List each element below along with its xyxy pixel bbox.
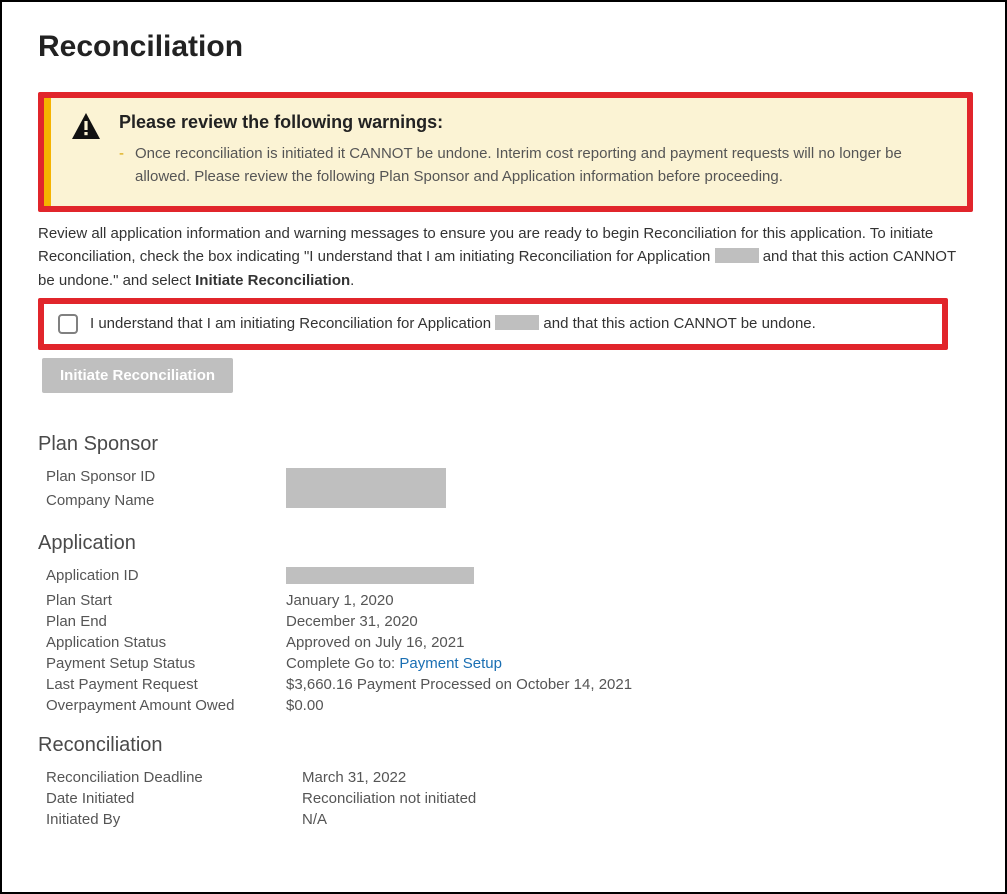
- payment-setup-label: Payment Setup Status: [38, 653, 286, 674]
- consent-checkbox[interactable]: [58, 314, 78, 334]
- company-name-label: Company Name: [38, 490, 286, 514]
- warning-banner: Please review the following warnings: On…: [44, 98, 967, 206]
- initiate-reconciliation-button[interactable]: Initiate Reconciliation: [42, 358, 233, 393]
- last-payment-label: Last Payment Request: [38, 674, 286, 695]
- overpayment-label: Overpayment Amount Owed: [38, 695, 286, 716]
- table-row: Plan Start January 1, 2020: [38, 590, 973, 611]
- table-row: Plan End December 31, 2020: [38, 611, 973, 632]
- table-row: Plan Sponsor ID: [38, 466, 973, 490]
- plan-sponsor-redacted: [286, 466, 973, 514]
- table-row: Payment Setup Status Complete Go to: Pay…: [38, 653, 973, 674]
- redacted-app-id-consent: [495, 315, 539, 330]
- application-status-label: Application Status: [38, 632, 286, 653]
- intro-part3: .: [350, 272, 354, 289]
- application-id-label: Application ID: [38, 565, 286, 590]
- plan-sponsor-heading: Plan Sponsor: [38, 433, 973, 456]
- payment-setup-prefix: Complete Go to:: [286, 655, 399, 672]
- consent-part1: I understand that I am initiating Reconc…: [90, 315, 495, 332]
- warning-list: Once reconciliation is initiated it CANN…: [119, 143, 945, 188]
- payment-setup-value: Complete Go to: Payment Setup: [286, 653, 973, 674]
- warning-triangle-icon: [71, 112, 101, 145]
- redacted-app-id-inline: [715, 248, 759, 263]
- warning-item: Once reconciliation is initiated it CANN…: [119, 143, 945, 188]
- plan-start-label: Plan Start: [38, 590, 286, 611]
- table-row: Application ID: [38, 565, 973, 590]
- table-row: Initiated By N/A: [38, 809, 973, 830]
- consent-highlight: I understand that I am initiating Reconc…: [38, 298, 948, 350]
- last-payment-value: $3,660.16 Payment Processed on October 1…: [286, 674, 973, 695]
- intro-text: Review all application information and w…: [38, 222, 973, 292]
- page-title: Reconciliation: [38, 30, 973, 64]
- application-heading: Application: [38, 532, 973, 555]
- table-row: Last Payment Request $3,660.16 Payment P…: [38, 674, 973, 695]
- payment-setup-link[interactable]: Payment Setup: [399, 655, 502, 672]
- initiated-by-label: Initiated By: [38, 809, 302, 830]
- reconciliation-deadline-value: March 31, 2022: [302, 767, 973, 788]
- date-initiated-value: Reconciliation not initiated: [302, 788, 973, 809]
- warning-title: Please review the following warnings:: [119, 112, 945, 133]
- reconciliation-heading: Reconciliation: [38, 734, 973, 757]
- plan-start-value: January 1, 2020: [286, 590, 973, 611]
- reconciliation-table: Reconciliation Deadline March 31, 2022 D…: [38, 767, 973, 830]
- table-row: Application Status Approved on July 16, …: [38, 632, 973, 653]
- initiated-by-value: N/A: [302, 809, 973, 830]
- page-frame: Reconciliation Please review the followi…: [0, 0, 1007, 894]
- consent-label: I understand that I am initiating Reconc…: [90, 315, 816, 332]
- plan-sponsor-id-label: Plan Sponsor ID: [38, 466, 286, 490]
- warning-content: Please review the following warnings: On…: [119, 112, 945, 188]
- table-row: Overpayment Amount Owed $0.00: [38, 695, 973, 716]
- table-row: Date Initiated Reconciliation not initia…: [38, 788, 973, 809]
- application-table: Application ID Plan Start January 1, 202…: [38, 565, 973, 716]
- reconciliation-deadline-label: Reconciliation Deadline: [38, 767, 302, 788]
- warning-highlight: Please review the following warnings: On…: [38, 92, 973, 212]
- plan-end-label: Plan End: [38, 611, 286, 632]
- table-row: Reconciliation Deadline March 31, 2022: [38, 767, 973, 788]
- overpayment-value: $0.00: [286, 695, 973, 716]
- plan-sponsor-table: Plan Sponsor ID Company Name: [38, 466, 973, 514]
- intro-bold: Initiate Reconciliation: [195, 272, 350, 289]
- application-id-redacted: [286, 565, 973, 590]
- plan-end-value: December 31, 2020: [286, 611, 973, 632]
- date-initiated-label: Date Initiated: [38, 788, 302, 809]
- application-status-value: Approved on July 16, 2021: [286, 632, 973, 653]
- consent-part2: and that this action CANNOT be undone.: [539, 315, 816, 332]
